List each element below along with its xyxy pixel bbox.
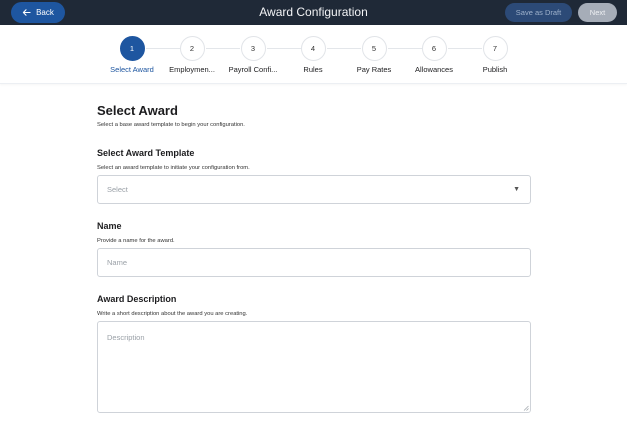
step-progress: 1 Select Award 2 Employmen... 3 Payroll … [0,25,627,84]
form-subtitle: Select a base award template to begin yo… [97,122,245,128]
award-template-help: Select an award template to initiate you… [97,165,250,171]
form-title: Select Award [97,103,178,118]
arrow-left-icon [22,9,31,16]
description-textarea[interactable]: Description [97,321,531,413]
save-as-draft-button[interactable]: Save as Draft [505,3,572,22]
next-button[interactable]: Next [578,3,617,22]
step-number: 4 [300,36,326,61]
step-number: 1 [119,36,145,61]
step-publish[interactable]: 7 Publish [455,36,535,74]
resize-handle-icon[interactable] [523,405,529,411]
name-label: Name [97,221,122,231]
step-number: 3 [240,36,266,61]
name-input[interactable]: Name [97,248,531,277]
name-placeholder: Name [107,258,128,267]
description-help: Write a short description about the awar… [97,311,248,317]
name-help: Provide a name for the award. [97,238,175,244]
step-number: 5 [361,36,387,61]
back-button-label: Back [36,8,54,17]
step-label: Publish [482,65,508,74]
description-label: Award Description [97,294,177,304]
back-button[interactable]: Back [11,2,65,23]
award-template-placeholder: Select [107,185,128,194]
step-number: 7 [482,36,508,61]
description-placeholder: Description [107,333,145,342]
award-template-label: Select Award Template [97,148,195,158]
caret-down-icon: ▼ [513,186,520,193]
step-number: 6 [421,36,447,61]
step-number: 2 [179,36,205,61]
top-bar: Award Configuration Back Save as Draft N… [0,0,627,25]
award-template-select[interactable]: Select ▼ [97,175,531,204]
